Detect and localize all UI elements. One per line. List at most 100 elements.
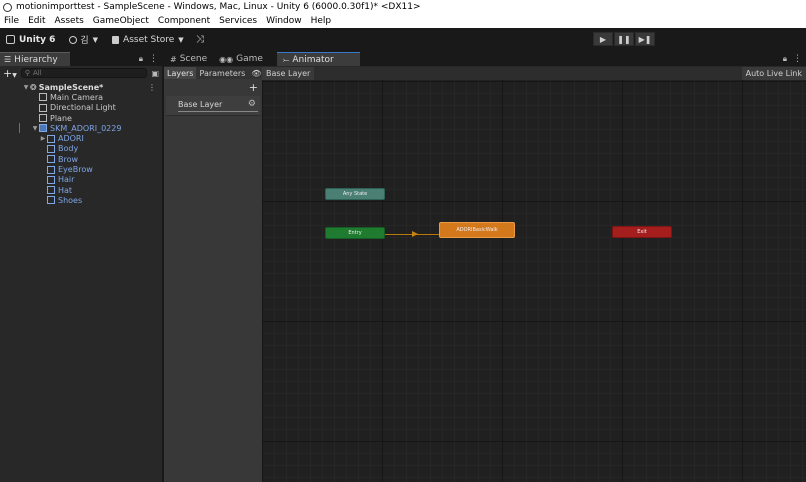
more-options-icon[interactable]: ⋮ bbox=[793, 54, 802, 64]
item-label: ADORI bbox=[58, 134, 84, 144]
state-default[interactable]: ADORIBasicWalk bbox=[439, 222, 515, 238]
list-item[interactable]: Plane bbox=[0, 113, 162, 123]
step-button[interactable]: ▶❚ bbox=[635, 32, 655, 46]
expand-arrow-icon[interactable]: ▶ bbox=[39, 135, 47, 142]
gameobject-icon bbox=[47, 175, 55, 184]
unity-version-button[interactable]: Unity 6 bbox=[6, 28, 55, 51]
tab-layers[interactable]: Layers bbox=[164, 67, 197, 79]
list-item[interactable]: Brow bbox=[0, 154, 162, 164]
tab-scene-label: Scene bbox=[179, 54, 208, 64]
add-button[interactable]: +▼ bbox=[3, 67, 17, 80]
item-label: Hat bbox=[58, 185, 73, 195]
play-icon: ▶ bbox=[599, 34, 607, 44]
search-placeholder: All bbox=[32, 69, 42, 77]
gameobject-icon bbox=[47, 165, 55, 174]
animator-panel: # Scene ◉◉ Game ⤚ Animator 🔒︎ ⋮ Layers P… bbox=[164, 52, 806, 482]
menu-services[interactable]: Services bbox=[219, 16, 257, 26]
lock-icon[interactable]: 🔒︎ bbox=[783, 54, 787, 64]
list-item[interactable]: Main Camera bbox=[0, 92, 162, 102]
item-label: SKM_ADORI_0229 bbox=[50, 123, 122, 133]
account-button[interactable]: 김 ▼ bbox=[69, 28, 98, 51]
expand-arrow-icon[interactable]: ▼ bbox=[31, 125, 39, 132]
asset-store-button[interactable]: Asset Store ▼ bbox=[112, 28, 184, 51]
selection-marker bbox=[19, 123, 20, 134]
menu-help[interactable]: Help bbox=[311, 16, 332, 26]
graph-header: Base Layer Auto Live Link bbox=[262, 67, 806, 80]
tab-scene[interactable]: # Scene bbox=[164, 52, 213, 66]
gameobject-icon bbox=[39, 103, 47, 112]
list-item[interactable]: ▶ ADORI bbox=[0, 133, 162, 143]
account-label: 김 bbox=[80, 36, 89, 46]
unity-version-label: Unity 6 bbox=[19, 34, 56, 45]
unity-cube-icon bbox=[6, 35, 15, 44]
shopping-bag-icon bbox=[112, 35, 120, 44]
menu-window[interactable]: Window bbox=[266, 16, 302, 26]
gameobject-icon bbox=[47, 144, 55, 153]
add-layer-button[interactable]: + bbox=[249, 81, 258, 94]
branch-icon: ⤨ bbox=[195, 34, 204, 45]
scene-icon: ❂ bbox=[30, 82, 37, 92]
gameobject-icon bbox=[47, 134, 55, 143]
more-options-icon[interactable]: ⋮ bbox=[148, 83, 156, 92]
list-item[interactable]: Body bbox=[0, 144, 162, 154]
gameobject-icon bbox=[47, 186, 55, 195]
item-label: EyeBrow bbox=[58, 165, 93, 175]
chevron-down-icon: ▼ bbox=[92, 35, 99, 44]
state-entry[interactable]: Entry bbox=[325, 227, 385, 239]
auto-live-link-toggle[interactable]: Auto Live Link bbox=[741, 67, 806, 80]
state-exit[interactable]: Exit bbox=[612, 226, 672, 238]
gear-icon[interactable]: ⚙ bbox=[248, 99, 256, 109]
menu-component[interactable]: Component bbox=[158, 16, 210, 26]
more-options-icon[interactable]: ⋮ bbox=[149, 54, 158, 64]
item-label: Main Camera bbox=[50, 92, 104, 102]
account-icon bbox=[69, 35, 78, 44]
tab-bar-spacer bbox=[360, 52, 783, 66]
state-label: Any State bbox=[342, 191, 368, 197]
main-toolbar: Unity 6 김 ▼ Asset Store ▼ ⤨ ▶ ❚❚ ▶❚ bbox=[0, 28, 806, 51]
state-any-state[interactable]: Any State bbox=[325, 188, 385, 200]
play-button[interactable]: ▶ bbox=[593, 32, 613, 46]
item-label: Shoes bbox=[58, 195, 83, 205]
hierarchy-tab-label: Hierarchy bbox=[14, 54, 58, 65]
list-item[interactable]: Directional Light bbox=[0, 103, 162, 113]
state-label: ADORIBasicWalk bbox=[456, 227, 498, 233]
list-item[interactable]: Shoes bbox=[0, 195, 162, 205]
tab-animator[interactable]: ⤚ Animator bbox=[276, 52, 360, 66]
unity-logo-icon bbox=[3, 2, 12, 12]
grid-icon: # bbox=[170, 54, 177, 64]
pause-button[interactable]: ❚❚ bbox=[614, 32, 634, 46]
gameobject-icon bbox=[47, 196, 55, 205]
menu-edit[interactable]: Edit bbox=[28, 16, 45, 26]
asset-store-label: Asset Store bbox=[123, 34, 175, 45]
step-icon: ▶❚ bbox=[638, 34, 652, 44]
version-control-button[interactable]: ⤨ bbox=[196, 28, 204, 51]
list-item[interactable]: ▼ SKM_ADORI_0229 bbox=[0, 123, 162, 134]
tab-bar-spacer bbox=[70, 52, 139, 66]
list-item[interactable]: Hair bbox=[0, 175, 162, 185]
menu-assets[interactable]: Assets bbox=[55, 16, 84, 26]
play-controls: ▶ ❚❚ ▶❚ bbox=[593, 32, 655, 46]
gameobject-icon bbox=[47, 155, 55, 164]
hierarchy-search-input[interactable]: ⚲ All bbox=[20, 68, 148, 78]
scene-row[interactable]: ▼ ❂ SampleScene* ⋮ bbox=[0, 82, 162, 92]
tab-hierarchy[interactable]: ☰ Hierarchy bbox=[0, 52, 70, 66]
gameobject-icon bbox=[39, 114, 47, 123]
gameobject-icon bbox=[39, 93, 47, 102]
animator-graph[interactable]: Base Layer Auto Live Link Any State Entr… bbox=[262, 67, 806, 482]
list-item[interactable]: Hat bbox=[0, 185, 162, 195]
expand-arrow-icon[interactable]: ▼ bbox=[22, 84, 30, 91]
transition-arrow-icon bbox=[412, 231, 418, 237]
layer-item-label: Base Layer bbox=[178, 100, 223, 109]
tab-game[interactable]: ◉◉ Game bbox=[213, 52, 269, 66]
gamepad-icon: ◉◉ bbox=[219, 54, 234, 64]
list-item[interactable]: EyeBrow bbox=[0, 164, 162, 174]
layer-item-base[interactable]: Base Layer ⚙ bbox=[166, 96, 260, 116]
breadcrumb[interactable]: Base Layer bbox=[262, 67, 315, 80]
tab-parameters[interactable]: Parameters bbox=[196, 67, 248, 79]
lock-icon[interactable]: 🔒︎ bbox=[139, 54, 143, 64]
state-label: Entry bbox=[348, 230, 362, 236]
menu-gameobject[interactable]: GameObject bbox=[93, 16, 149, 26]
menu-file[interactable]: File bbox=[4, 16, 19, 26]
search-options-icon[interactable]: ▣ bbox=[151, 69, 159, 78]
item-label: Body bbox=[58, 144, 79, 154]
